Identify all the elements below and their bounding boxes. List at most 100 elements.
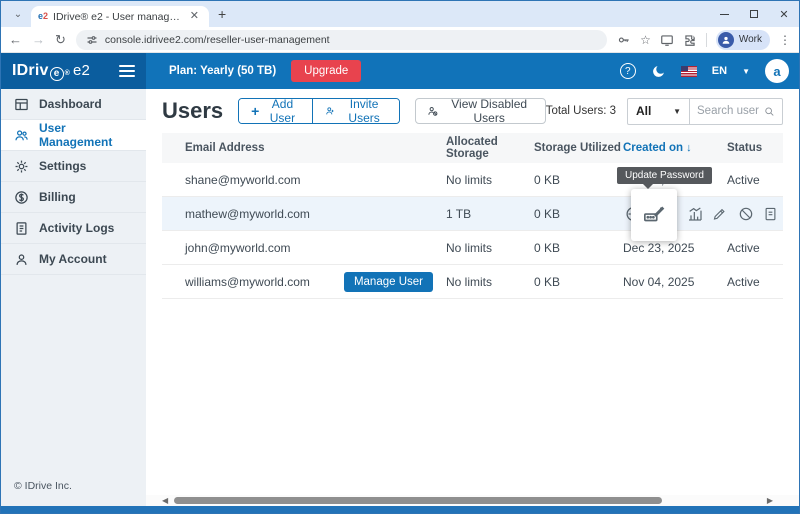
- scroll-left-arrow-icon[interactable]: ◀: [162, 497, 168, 505]
- forward-icon[interactable]: →: [32, 33, 45, 46]
- sidebar-item-billing[interactable]: Billing: [1, 182, 146, 213]
- col-status[interactable]: Status: [727, 142, 783, 154]
- person-plus-icon: [325, 104, 335, 118]
- browser-toolbar: ← → ↻ console.idrivee2.com/reseller-user…: [1, 27, 799, 53]
- manage-user-button[interactable]: Manage User: [344, 272, 433, 292]
- us-flag-icon: [681, 66, 697, 77]
- new-tab-button[interactable]: +: [218, 7, 226, 21]
- dropdown-caret-icon: ▼: [673, 107, 681, 116]
- extensions-puzzle-icon[interactable]: [683, 33, 697, 47]
- plan-label: Plan: Yearly (50 TB): [169, 65, 276, 77]
- logo-e-ring: e: [50, 67, 64, 81]
- user-email: mathew@myworld.com: [162, 207, 446, 221]
- maximize-button[interactable]: [739, 1, 769, 27]
- table-header-row: Email Address Allocated Storage Storage …: [162, 133, 783, 163]
- browser-tab[interactable]: e2 IDrive® e2 - User management ✕: [31, 6, 209, 27]
- user-logs-icon[interactable]: [763, 206, 778, 221]
- language-caret-icon[interactable]: ▼: [742, 67, 750, 76]
- profile-chip[interactable]: Work: [716, 30, 770, 50]
- browser-titlebar: ⌄ e2 IDrive® e2 - User management ✕ + ✕: [1, 1, 799, 27]
- sidebar-item-my-account[interactable]: My Account: [1, 244, 146, 275]
- sidebar-item-activity-logs[interactable]: Activity Logs: [1, 213, 146, 244]
- user-email-cell: williams@myworld.com Manage User: [162, 272, 446, 292]
- minimize-button[interactable]: [709, 1, 739, 27]
- table-row-hovered[interactable]: mathew@myworld.com 1 TB 0 KB: [162, 197, 783, 231]
- col-utilized[interactable]: Storage Utilized: [534, 142, 623, 154]
- sidebar: Dashboard User Management Settings Billi…: [1, 89, 146, 506]
- disable-user-icon[interactable]: [738, 206, 754, 222]
- created-on: Nov 04, 2025: [623, 275, 727, 289]
- plus-icon: +: [251, 104, 259, 118]
- reload-icon[interactable]: ↻: [55, 33, 66, 46]
- idrive-e2-logo[interactable]: IDrive®e2: [12, 62, 90, 80]
- allocated-storage: 1 TB: [446, 207, 534, 221]
- url-text: console.idrivee2.com/reseller-user-manag…: [105, 34, 330, 46]
- address-bar[interactable]: console.idrivee2.com/reseller-user-manag…: [76, 30, 607, 50]
- edit-pencil-icon[interactable]: [712, 206, 727, 221]
- help-icon[interactable]: ?: [620, 63, 636, 79]
- horizontal-scrollbar[interactable]: ◀ ▶: [146, 495, 799, 506]
- activity-logs-icon: [14, 221, 29, 236]
- toolbar-divider: [706, 33, 707, 47]
- usage-stats-icon[interactable]: [687, 206, 703, 222]
- tab-title: IDrive® e2 - User management: [53, 11, 182, 23]
- allocated-storage: No limits: [446, 241, 534, 255]
- sort-desc-arrow-icon: ↓: [686, 142, 692, 154]
- screen-share-icon[interactable]: [660, 33, 674, 47]
- invite-users-button[interactable]: Invite Users: [312, 99, 400, 123]
- table-row[interactable]: williams@myworld.com Manage User No limi…: [162, 265, 783, 299]
- person-disabled-icon: [427, 104, 438, 118]
- add-user-button[interactable]: + Add User: [239, 99, 311, 123]
- users-table: Email Address Allocated Storage Storage …: [162, 133, 783, 299]
- sidebar-item-dashboard[interactable]: Dashboard: [1, 89, 146, 120]
- account-avatar[interactable]: a: [765, 59, 789, 83]
- col-created-on[interactable]: Created on ↓: [623, 142, 727, 154]
- password-key-icon[interactable]: [617, 33, 631, 47]
- dark-mode-moon-icon[interactable]: [651, 64, 666, 79]
- status-badge: Active: [727, 173, 783, 187]
- user-actions-group: + Add User Invite Users: [238, 98, 400, 124]
- window-bottom-border: [1, 506, 799, 513]
- app-header: IDrive®e2 Plan: Yearly (50 TB) Upgrade ?…: [1, 53, 799, 89]
- search-box: [690, 99, 782, 124]
- total-users-label: Total Users: 3: [546, 105, 616, 117]
- tab-search-icon[interactable]: ⌄: [9, 5, 27, 23]
- sidebar-item-user-management[interactable]: User Management: [1, 120, 146, 151]
- toolbar-icons: ☆ Work ⋮: [617, 30, 791, 50]
- hamburger-menu-icon[interactable]: [119, 65, 135, 77]
- browser-menu-icon[interactable]: ⋮: [779, 33, 791, 47]
- header-right-icons: ? EN ▼ a: [620, 59, 799, 83]
- allocated-storage: No limits: [446, 173, 534, 187]
- user-email: john@myworld.com: [162, 241, 446, 255]
- col-email[interactable]: Email Address: [162, 142, 446, 154]
- sidebar-item-settings[interactable]: Settings: [1, 151, 146, 182]
- bookmark-star-icon[interactable]: ☆: [640, 34, 651, 46]
- window-controls: ✕: [709, 1, 799, 27]
- view-disabled-users-button[interactable]: View Disabled Users: [415, 98, 545, 124]
- search-icon[interactable]: [764, 105, 775, 118]
- language-label[interactable]: EN: [712, 65, 727, 77]
- col-allocated[interactable]: Allocated Storage: [446, 136, 534, 160]
- billing-icon: [14, 190, 29, 205]
- gear-icon: [14, 159, 29, 174]
- scroll-right-arrow-icon[interactable]: ▶: [767, 497, 773, 505]
- app-body: Dashboard User Management Settings Billi…: [1, 89, 799, 506]
- status-filter-dropdown[interactable]: All ▼: [628, 99, 690, 124]
- profile-name: Work: [739, 34, 762, 45]
- allocated-storage: No limits: [446, 275, 534, 289]
- storage-utilized: 0 KB: [534, 241, 623, 255]
- tab-close-icon[interactable]: ✕: [187, 10, 202, 23]
- storage-utilized: 0 KB: [534, 173, 623, 187]
- update-password-card[interactable]: [631, 189, 677, 241]
- search-input[interactable]: [697, 105, 760, 117]
- user-email: williams@myworld.com: [185, 275, 310, 289]
- back-icon[interactable]: ←: [9, 33, 22, 46]
- update-password-tooltip: Update Password: [617, 167, 712, 184]
- idrive-e2-favicon: e2: [38, 12, 48, 21]
- table-row[interactable]: john@myworld.com No limits 0 KB Dec 23, …: [162, 231, 783, 265]
- upgrade-button[interactable]: Upgrade: [291, 60, 361, 82]
- update-password-icon: [643, 204, 665, 226]
- scrollbar-thumb[interactable]: [174, 497, 662, 504]
- close-button[interactable]: ✕: [769, 1, 799, 27]
- browser-window: ⌄ e2 IDrive® e2 - User management ✕ + ✕ …: [0, 0, 800, 514]
